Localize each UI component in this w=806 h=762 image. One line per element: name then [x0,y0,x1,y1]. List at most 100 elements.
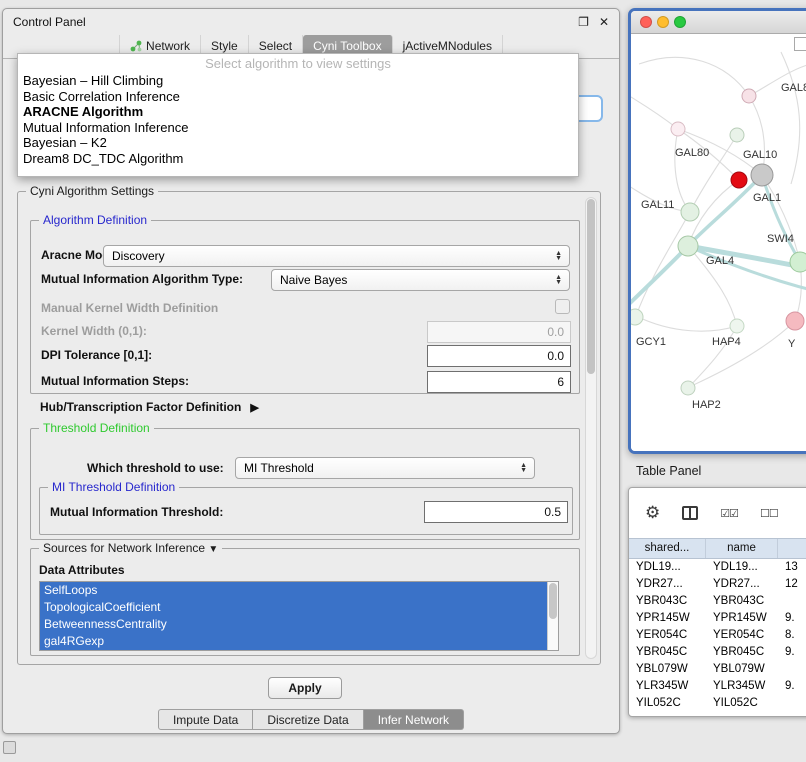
node-label: GAL80 [675,147,709,159]
close-button[interactable] [640,16,652,28]
mi-threshold-label: Mutual Information Threshold: [50,505,223,519]
table-panel-title: Table Panel [636,464,701,478]
table-row[interactable]: YLR345WYLR345W9. [629,678,806,695]
bottom-tab-discretize-data[interactable]: Discretize Data [253,709,363,730]
network-node[interactable] [730,128,744,142]
table-row[interactable]: YIL052CYIL052C [629,695,806,712]
manual-kernel-checkbox[interactable] [555,299,570,314]
algorithm-definition-title: Algorithm Definition [39,213,151,227]
table-cell: 9. [778,678,806,695]
bottom-tab-bar: Impute DataDiscretize DataInfer Network [3,709,619,730]
table-cell: YBL079W [706,661,778,678]
network-canvas[interactable]: GAL8GAL80GAL10GAL1GAL11SWI4GAL4GCY1HAP4Y… [631,34,806,451]
select-all-columns-icon[interactable]: ☑☑ [720,507,738,520]
minimize-button[interactable] [657,16,669,28]
mi-threshold-field[interactable]: 0.5 [424,501,568,523]
expander-right-icon: ▶ [250,401,258,414]
column-header[interactable]: name [706,539,778,558]
network-node[interactable] [786,312,804,330]
tab-label: Select [259,39,292,53]
node-label: GAL8 [781,82,806,94]
network-node[interactable] [731,172,747,188]
network-node[interactable] [790,252,806,272]
columns-icon[interactable] [682,506,698,520]
network-node[interactable] [742,89,756,103]
column-header[interactable]: shared... [629,539,706,558]
network-node[interactable] [671,122,685,136]
table-body: YDL19...YDL19...13YDR27...YDR27...12YBR0… [629,559,806,716]
settings-scrollbar[interactable] [585,197,597,659]
kernel-width-field[interactable]: 0.0 [427,321,571,343]
network-node[interactable] [631,309,643,325]
node-label: SWI4 [767,233,794,245]
table-cell: 9. [778,610,806,627]
apply-button[interactable]: Apply [268,677,342,699]
attribute-item[interactable]: TopologicalCoefficient [40,599,547,616]
attribute-list-scrollbar[interactable] [547,582,558,650]
network-node[interactable] [681,203,699,221]
network-node[interactable] [751,164,773,186]
algorithm-options: Bayesian – Hill ClimbingBasic Correlatio… [18,73,578,166]
settings-group-title: Cyni Algorithm Settings [26,184,158,198]
node-label: HAP2 [692,399,721,411]
bottom-tab-infer-network[interactable]: Infer Network [364,709,464,730]
deselect-all-columns-icon[interactable]: ☐☐ [760,507,778,520]
column-header[interactable] [778,539,806,558]
aracne-mode-select[interactable]: Discovery ▲▼ [103,245,570,267]
table-row[interactable]: YDR27...YDR27...12 [629,576,806,593]
algorithm-option[interactable]: ARACNE Algorithm [18,104,578,120]
table-row[interactable]: YBR045CYBR045C9. [629,644,806,661]
table-cell: YBL079W [629,661,706,678]
dpi-tolerance-label: DPI Tolerance [0,1]: [41,348,152,362]
minimized-panel-icon[interactable] [3,741,16,754]
node-label: HAP4 [712,336,741,348]
mi-type-select[interactable]: Naive Bayes ▲▼ [271,269,570,291]
table-row[interactable]: YDL19...YDL19...13 [629,559,806,576]
node-label: GAL4 [706,255,734,267]
expander-down-icon: ▼ [208,544,218,555]
algorithm-option[interactable]: Bayesian – K2 [18,135,578,151]
algorithm-option[interactable]: Dream8 DC_TDC Algorithm [18,151,578,167]
mi-threshold-group: MI Threshold Definition Mutual Informati… [39,487,573,535]
table-cell: YLR345W [629,678,706,695]
table-row[interactable]: YBR043CYBR043C [629,593,806,610]
network-node[interactable] [681,381,695,395]
table-cell [778,695,806,712]
dpi-tolerance-field[interactable]: 0.0 [427,345,571,367]
network-node[interactable] [678,236,698,256]
algorithm-option[interactable]: Basic Correlation Inference [18,89,578,105]
table-cell [778,661,806,678]
attribute-item[interactable]: gal4RGexp [40,633,547,650]
mi-steps-field[interactable]: 6 [427,371,571,393]
network-node[interactable] [730,319,744,333]
network-window-titlebar [631,11,806,34]
table-row[interactable]: YBL079WYBL079W [629,661,806,678]
bottom-tab-impute-data[interactable]: Impute Data [158,709,253,730]
table-panel-window: ⚙ ☑☑ ☐☐ shared...name YDL19...YDL19...13… [628,487,806,717]
hub-tf-section-toggle[interactable]: Hub/Transcription Factor Definition ▶ [40,400,259,414]
table-cell: YDL19... [706,559,778,576]
table-cell: YBR045C [706,644,778,661]
close-window-icon[interactable]: ✕ [599,15,609,29]
cyni-settings-group: Cyni Algorithm Settings Algorithm Defini… [17,191,601,665]
threshold-definition-title: Threshold Definition [39,421,154,435]
zoom-button[interactable] [674,16,686,28]
attribute-item[interactable]: BetweennessCentrality [40,616,547,633]
algorithm-option[interactable]: Mutual Information Inference [18,120,578,136]
float-window-icon[interactable]: ❐ [578,15,589,29]
sources-title: Sources for Network Inference [43,541,205,555]
combo-arrows-icon: ▲▼ [555,251,562,261]
attribute-list: SelfLoopsTopologicalCoefficientBetweenne… [39,581,559,651]
table-row[interactable]: YER054CYER054C8. [629,627,806,644]
table-cell: YPR145W [706,610,778,627]
which-threshold-select[interactable]: MI Threshold ▲▼ [235,457,535,479]
algorithm-option[interactable]: Bayesian – Hill Climbing [18,73,578,89]
gear-icon[interactable]: ⚙ [645,503,660,523]
sources-title-row[interactable]: Sources for Network Inference ▼ [39,541,222,555]
table-cell: YBR043C [706,593,778,610]
tab-label: Cyni Toolbox [313,39,381,53]
which-threshold-value: MI Threshold [244,461,314,475]
table-row[interactable]: YPR145WYPR145W9. [629,610,806,627]
mi-type-value: Naive Bayes [280,273,347,287]
attribute-item[interactable]: SelfLoops [40,582,547,599]
